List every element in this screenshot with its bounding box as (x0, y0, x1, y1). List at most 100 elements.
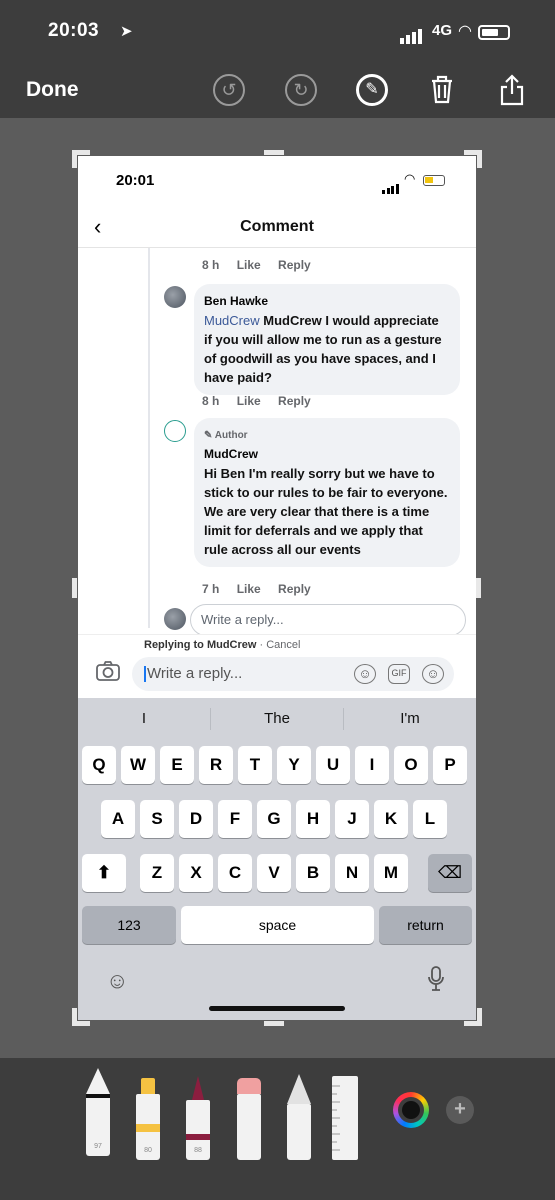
home-indicator (209, 1006, 345, 1011)
markup-toolbar: Done ↺ ↻ ✎ (0, 70, 555, 118)
key-b[interactable]: B (296, 854, 330, 892)
avatar[interactable] (164, 420, 186, 442)
inner-status-bar: 20:01 ◠ (78, 156, 476, 200)
key-x[interactable]: X (179, 854, 213, 892)
keyboard: I The I'm Q W E R T Y U I O P A S D F G … (78, 698, 476, 1020)
emoji-icon[interactable]: ☺ (422, 664, 444, 684)
key-i[interactable]: I (355, 746, 389, 784)
lasso-tool[interactable] (287, 1074, 311, 1160)
comment-author[interactable]: Ben Hawke (204, 292, 450, 311)
mention-tag[interactable]: MudCrew (204, 313, 260, 328)
key-y[interactable]: Y (277, 746, 311, 784)
key-n[interactable]: N (335, 854, 369, 892)
crop-edge-top[interactable] (264, 150, 284, 155)
key-k[interactable]: K (374, 800, 408, 838)
key-g[interactable]: G (257, 800, 291, 838)
key-o[interactable]: O (394, 746, 428, 784)
location-arrow-icon: ➤ (120, 23, 133, 40)
key-c[interactable]: C (218, 854, 252, 892)
like-link[interactable]: Like (237, 394, 261, 408)
avatar (164, 608, 186, 630)
screenshot-image: 20:01 ◠ ‹ Comment 8 h Like Reply Ben Haw… (78, 156, 476, 1020)
markup-tools-palette: 97 80 88 + (0, 1058, 555, 1200)
suggestion-item[interactable]: The (211, 710, 343, 727)
key-d[interactable]: D (179, 800, 213, 838)
numbers-key[interactable]: 123 (82, 906, 176, 944)
undo-icon[interactable]: ↺ (213, 74, 245, 106)
color-picker-icon[interactable] (393, 1092, 429, 1128)
key-q[interactable]: Q (82, 746, 116, 784)
cancel-reply-link[interactable]: Cancel (266, 639, 300, 651)
trash-icon[interactable] (426, 74, 458, 106)
comment-bubble: ✎ Author MudCrew Hi Ben I'm really sorry… (194, 418, 460, 567)
key-t[interactable]: T (238, 746, 272, 784)
gif-icon[interactable]: GIF (388, 664, 410, 684)
crop-edge-bottom[interactable] (264, 1021, 284, 1026)
wifi-icon: ◠ (458, 23, 472, 40)
key-e[interactable]: E (160, 746, 194, 784)
inner-status-time: 20:01 (116, 172, 155, 189)
emoji-keyboard-icon[interactable]: ☺ (106, 968, 128, 994)
key-j[interactable]: J (335, 800, 369, 838)
reply-composer: Replying to MudCrew · Cancel Write a rep… (78, 634, 476, 698)
crop-edge-right[interactable] (476, 578, 481, 598)
inner-signal-icon (382, 176, 400, 194)
like-link[interactable]: Like (237, 258, 261, 272)
key-v[interactable]: V (257, 854, 291, 892)
key-l[interactable]: L (413, 800, 447, 838)
redo-icon[interactable]: ↻ (285, 74, 317, 106)
signal-icon (400, 26, 424, 44)
pen-tool-icon[interactable]: ✎ (356, 74, 388, 106)
key-m[interactable]: M (374, 854, 408, 892)
thread-line (148, 248, 150, 628)
key-u[interactable]: U (316, 746, 350, 784)
comment-meta: 8 h Like Reply (202, 394, 325, 408)
inner-wifi-icon: ◠ (404, 171, 416, 186)
reply-link[interactable]: Reply (278, 394, 311, 408)
space-key[interactable]: space (181, 906, 374, 944)
return-key[interactable]: return (379, 906, 472, 944)
outer-status-bar: 20:03 ➤ 4G ◠ (0, 0, 555, 70)
suggestion-item[interactable]: I (78, 710, 210, 727)
comment-time: 7 h (202, 582, 220, 596)
suggestion-item[interactable]: I'm (344, 710, 476, 727)
key-p[interactable]: P (433, 746, 467, 784)
page-title: Comment (240, 218, 314, 235)
highlighter-tool[interactable]: 80 (136, 1078, 160, 1160)
share-icon[interactable] (496, 74, 528, 106)
reply-input[interactable]: Write a reply... ☺ GIF ☺ (132, 657, 454, 691)
reply-link[interactable]: Reply (278, 258, 311, 272)
author-badge: ✎ Author (204, 430, 248, 441)
comment-time: 8 h (202, 394, 220, 408)
camera-icon[interactable] (96, 661, 120, 687)
reply-link[interactable]: Reply (278, 582, 311, 596)
comment-bubble: Ben Hawke MudCrew MudCrew I would apprec… (194, 284, 460, 395)
inner-battery-icon (423, 175, 445, 186)
eraser-tool[interactable] (237, 1078, 261, 1160)
pen-tool[interactable]: 97 (86, 1068, 110, 1160)
key-f[interactable]: F (218, 800, 252, 838)
done-button[interactable]: Done (26, 78, 79, 102)
ruler-tool[interactable] (332, 1076, 358, 1160)
network-type: 4G (432, 22, 453, 39)
like-link[interactable]: Like (237, 582, 261, 596)
key-r[interactable]: R (199, 746, 233, 784)
key-z[interactable]: Z (140, 854, 174, 892)
avatar[interactable] (164, 286, 186, 308)
add-tool-button[interactable]: + (446, 1096, 474, 1124)
crop-edge-left[interactable] (72, 578, 77, 598)
sticker-icon[interactable]: ☺ (354, 664, 376, 684)
backspace-icon[interactable]: ⌫ (428, 854, 472, 892)
marker-tool[interactable]: 88 (186, 1076, 210, 1160)
markup-canvas[interactable]: 20:01 ◠ ‹ Comment 8 h Like Reply Ben Haw… (0, 118, 555, 1058)
key-a[interactable]: A (101, 800, 135, 838)
shift-key[interactable]: ⬆ (82, 854, 126, 892)
comment-author[interactable]: MudCrew (204, 445, 450, 464)
comment-time: 8 h (202, 258, 220, 272)
reply-preview-field[interactable]: Write a reply... (190, 604, 466, 636)
key-w[interactable]: W (121, 746, 155, 784)
microphone-icon[interactable] (428, 966, 444, 998)
key-h[interactable]: H (296, 800, 330, 838)
key-s[interactable]: S (140, 800, 174, 838)
text-caret (144, 666, 146, 683)
